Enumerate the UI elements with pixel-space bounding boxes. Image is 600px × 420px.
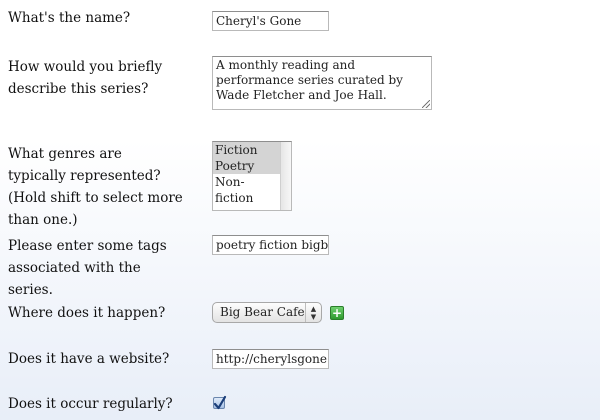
location-select[interactable]: Big Bear Cafe ▲ ▼: [212, 302, 322, 323]
name-input[interactable]: Cheryl's Gone: [212, 11, 329, 31]
description-textarea[interactable]: A monthly reading and performance series…: [212, 56, 432, 110]
tags-label: Please enter some tags associated with t…: [8, 238, 167, 298]
resize-grip-icon[interactable]: [422, 100, 430, 108]
series-form: What's the name? Cheryl's Gone How would…: [0, 0, 600, 420]
location-label: Where does it happen?: [8, 305, 166, 321]
description-label: How would you briefly describe this seri…: [8, 59, 163, 97]
location-selected-value: Big Bear Cafe: [220, 305, 305, 319]
genres-listbox[interactable]: Fiction Poetry Non-fiction: [212, 141, 292, 211]
checkmark-icon: [213, 395, 227, 410]
website-input[interactable]: http://cherylsgone.c: [212, 349, 329, 369]
tags-input[interactable]: poetry fiction bigbea: [212, 235, 329, 255]
genre-option-fiction[interactable]: Fiction: [213, 142, 283, 158]
website-label: Does it have a website?: [8, 351, 170, 367]
genre-option-poetry[interactable]: Poetry: [213, 158, 283, 174]
description-text: A monthly reading and performance series…: [216, 58, 403, 102]
regular-checkbox[interactable]: [213, 395, 227, 410]
updown-arrows-icon: ▲ ▼: [305, 303, 321, 322]
genres-scrollbar[interactable]: [280, 142, 291, 210]
regular-label: Does it occur regularly?: [8, 396, 173, 412]
genres-label: What genres are typically represented? (…: [8, 146, 183, 228]
genre-option-non-fiction[interactable]: Non-fiction: [213, 174, 283, 205]
name-label: What's the name?: [8, 10, 131, 26]
add-location-plus-icon[interactable]: +: [330, 306, 344, 320]
